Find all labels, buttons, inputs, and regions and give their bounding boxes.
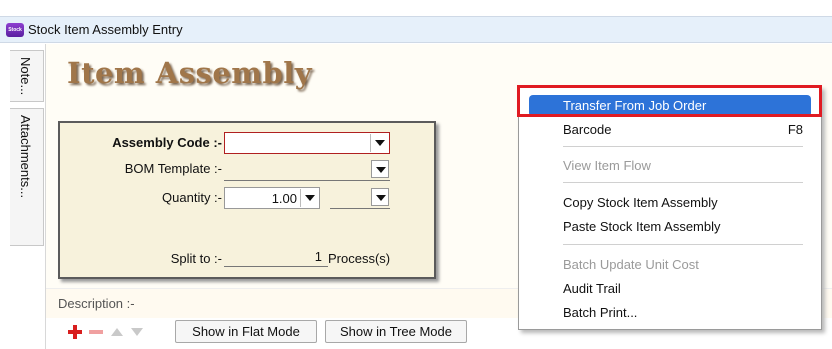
menu-item-label: View Item Flow	[563, 158, 651, 173]
assembly-form-panel: Assembly Code :- BOM Template :- Quantit…	[58, 121, 436, 279]
menu-item-paste-stock-item-assembly[interactable]: Paste Stock Item Assembly	[529, 216, 811, 238]
page-title: Item Assembly	[67, 56, 313, 90]
menu-item-view-item-flow: View Item Flow	[529, 155, 811, 177]
remove-row-icon[interactable]	[87, 323, 105, 341]
quantity-unit-combo[interactable]	[330, 187, 390, 209]
tab-attachments-label: Attachments...	[18, 115, 33, 199]
menu-item-label: Batch Print...	[563, 305, 638, 320]
tab-attachments[interactable]: Attachments...	[10, 108, 44, 246]
menu-item-audit-trail[interactable]: Audit Trail	[529, 278, 811, 300]
menu-item-label: Audit Trail	[563, 281, 621, 296]
menu-item-copy-stock-item-assembly[interactable]: Copy Stock Item Assembly	[529, 192, 811, 214]
assembly-code-dropdown-icon[interactable]	[370, 134, 388, 152]
side-tabs: Note... Attachments...	[0, 44, 46, 349]
window-title: Stock Item Assembly Entry	[28, 22, 183, 37]
quantity-label: Quantity :-	[162, 190, 222, 205]
app-icon: Stock	[6, 23, 24, 37]
bom-template-label: BOM Template :-	[124, 161, 222, 176]
bom-template-dropdown-icon[interactable]	[371, 160, 389, 178]
menu-item-batch-print[interactable]: Batch Print...	[529, 302, 811, 324]
menu-separator	[563, 182, 803, 183]
show-tree-mode-button[interactable]: Show in Tree Mode	[325, 320, 467, 343]
quantity-dropdown-icon[interactable]	[300, 189, 318, 207]
quantity-value: 1.00	[271, 191, 297, 206]
tab-notes[interactable]: Note...	[10, 50, 44, 102]
highlight-annotation-box	[517, 85, 822, 117]
split-label: Split to :-	[170, 251, 222, 266]
window-titlebar: Stock Stock Item Assembly Entry	[0, 16, 832, 43]
menu-item-batch-update-unit-cost: Batch Update Unit Cost	[529, 254, 811, 276]
description-label: Description :-	[58, 296, 135, 311]
menu-item-label: Paste Stock Item Assembly	[563, 219, 721, 234]
split-unit-label: Process(s)	[328, 251, 391, 266]
quantity-field[interactable]: 1.00	[224, 187, 320, 209]
menu-item-shortcut: F8	[787, 122, 803, 137]
menu-separator	[563, 244, 803, 245]
add-row-icon[interactable]	[66, 323, 84, 341]
quantity-unit-dropdown-icon[interactable]	[371, 188, 389, 206]
menu-item-label: Barcode	[563, 122, 612, 137]
split-input[interactable]: 1	[224, 249, 328, 267]
menu-separator	[563, 146, 803, 147]
move-down-icon[interactable]	[128, 323, 146, 341]
menu-item-label: Batch Update Unit Cost	[563, 257, 699, 272]
context-menu: Transfer From Job Order Barcode F8 View …	[518, 86, 822, 330]
menu-item-label: Copy Stock Item Assembly	[563, 195, 718, 210]
assembly-code-label: Assembly Code :-	[112, 135, 222, 150]
menu-item-barcode[interactable]: Barcode F8	[529, 119, 811, 141]
show-flat-mode-button[interactable]: Show in Flat Mode	[175, 320, 317, 343]
bom-template-combo[interactable]	[224, 159, 390, 181]
move-up-icon[interactable]	[108, 323, 126, 341]
assembly-code-combo[interactable]	[224, 132, 390, 154]
tab-notes-label: Note...	[18, 57, 33, 96]
